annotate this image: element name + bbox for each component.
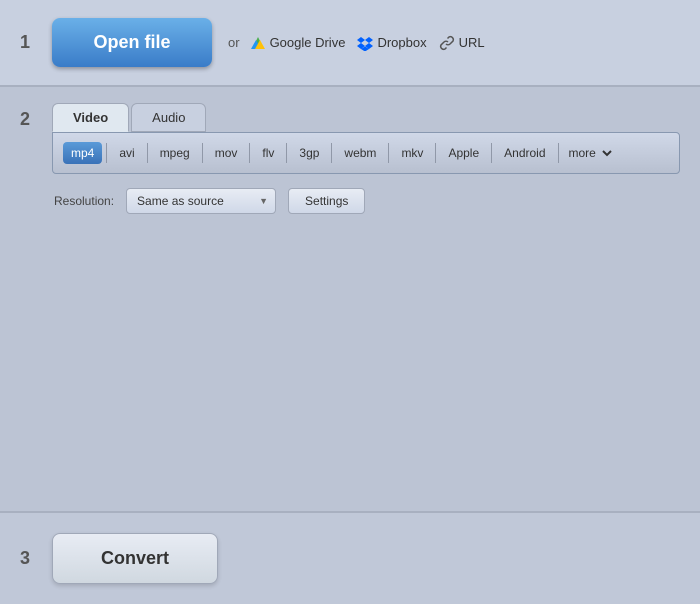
dropbox-label: Dropbox — [377, 35, 426, 50]
section-2-inner: 2 Video Audio mp4 avi mpeg — [20, 103, 680, 214]
or-text: or — [228, 35, 240, 50]
resolution-wrapper: Same as source — [126, 188, 276, 214]
format-mpeg[interactable]: mpeg — [152, 142, 198, 164]
format-webm[interactable]: webm — [336, 142, 384, 164]
google-drive-link[interactable]: Google Drive — [250, 35, 346, 51]
format-divider-7 — [388, 143, 389, 163]
section-2: 2 Video Audio mp4 avi mpeg — [0, 87, 700, 513]
step-3-number: 3 — [20, 548, 36, 569]
resolution-select[interactable]: Same as source — [126, 188, 276, 214]
step-1-number: 1 — [20, 32, 36, 53]
google-drive-icon — [250, 35, 266, 51]
format-avi[interactable]: avi — [111, 142, 142, 164]
format-mp4[interactable]: mp4 — [63, 142, 102, 164]
step-2-number: 2 — [20, 109, 36, 130]
format-divider-8 — [435, 143, 436, 163]
section-3: 3 Convert — [0, 513, 700, 604]
format-more-select[interactable]: more — [563, 141, 615, 165]
section-1: 1 Open file or Google Drive — [0, 0, 700, 87]
url-icon — [439, 35, 455, 51]
format-divider-5 — [286, 143, 287, 163]
format-divider-2 — [147, 143, 148, 163]
format-mov[interactable]: mov — [207, 142, 246, 164]
dropbox-link[interactable]: Dropbox — [357, 35, 426, 51]
url-label: URL — [459, 35, 485, 50]
format-divider-4 — [249, 143, 250, 163]
format-divider-10 — [558, 143, 559, 163]
format-bar: mp4 avi mpeg mov flv 3gp webm mkv — [52, 132, 680, 174]
tab-video[interactable]: Video — [52, 103, 129, 132]
format-apple[interactable]: Apple — [440, 142, 487, 164]
url-link[interactable]: URL — [439, 35, 485, 51]
format-android[interactable]: Android — [496, 142, 553, 164]
format-3gp[interactable]: 3gp — [291, 142, 327, 164]
tab-audio[interactable]: Audio — [131, 103, 206, 132]
resolution-label: Resolution: — [54, 194, 114, 208]
convert-button[interactable]: Convert — [52, 533, 218, 584]
dropbox-icon — [357, 35, 373, 51]
google-drive-label: Google Drive — [270, 35, 346, 50]
main-container: 1 Open file or Google Drive — [0, 0, 700, 604]
format-divider-9 — [491, 143, 492, 163]
resolution-row: Resolution: Same as source Settings — [52, 188, 680, 214]
format-tabs: Video Audio — [52, 103, 680, 132]
format-flv[interactable]: flv — [254, 142, 282, 164]
format-panel: Video Audio mp4 avi mpeg mov flv — [52, 103, 680, 214]
settings-button[interactable]: Settings — [288, 188, 365, 214]
format-divider-3 — [202, 143, 203, 163]
format-mkv[interactable]: mkv — [393, 142, 431, 164]
format-divider-6 — [331, 143, 332, 163]
open-file-button[interactable]: Open file — [52, 18, 212, 67]
cloud-links: Google Drive Dropbox URL — [250, 35, 485, 51]
format-divider-1 — [106, 143, 107, 163]
